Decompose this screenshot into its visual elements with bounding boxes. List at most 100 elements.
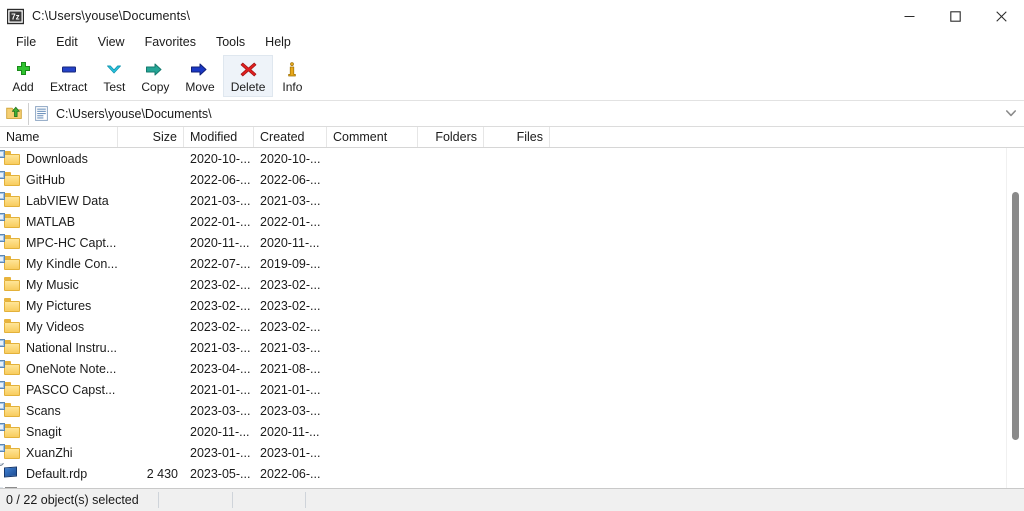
cell-name: My Music (0, 274, 118, 295)
toolbar-button-info[interactable]: Info (273, 55, 311, 97)
toolbar-label-delete: Delete (230, 80, 266, 94)
cell-folders (418, 169, 484, 190)
cell-created: 2020-11-... (260, 424, 320, 439)
up-folder-button[interactable] (3, 103, 25, 125)
cell-name: My Pictures (0, 295, 118, 316)
table-row[interactable]: MPC-HC Capt... 2020-11-... 2020-11-... (0, 232, 1024, 253)
cell-files (484, 379, 550, 400)
cell-folders (418, 358, 484, 379)
scrollbar-thumb[interactable] (1012, 192, 1019, 440)
toolbar-button-add[interactable]: Add (4, 55, 42, 97)
cell-filler (550, 379, 1024, 400)
table-row[interactable]: Snagit 2020-11-... 2020-11-... (0, 421, 1024, 442)
cell-name: OneNote Note... (0, 358, 118, 379)
cell-modified: 2023-04-... (190, 361, 251, 376)
cell-size (118, 169, 184, 190)
toolbar-button-test[interactable]: Test (95, 55, 133, 97)
table-row[interactable]: LabVIEW Data 2021-03-... 2021-03-... (0, 190, 1024, 211)
address-field[interactable]: C:\Users\youse\Documents\ (28, 102, 998, 125)
title-bar: 7z C:\Users\youse\Documents\ (0, 0, 1024, 32)
table-row[interactable]: National Instru... 2021-03-... 2021-03-... (0, 337, 1024, 358)
cell-modified: 2023-01-... (190, 445, 251, 460)
table-row[interactable]: My Kindle Con... 2022-07-... 2019-09-... (0, 253, 1024, 274)
cell-modified: 2023-02-... (190, 277, 251, 292)
cell-filler (550, 169, 1024, 190)
seven-zip-window: 7z C:\Users\youse\Documents\ File Edit V… (0, 0, 1024, 511)
table-row[interactable]: My Pictures 2023-02-... 2023-02-... (0, 295, 1024, 316)
file-name-label: My Videos (26, 319, 85, 334)
cell-files (484, 190, 550, 211)
table-row[interactable]: Downloads 2020-10-... 2020-10-... (0, 148, 1024, 169)
cell-folders (418, 442, 484, 463)
toolbar-label-move: Move (185, 80, 215, 94)
cell-created: 2021-01-... (260, 382, 321, 397)
cell-size (118, 400, 184, 421)
cell-size (118, 274, 184, 295)
maximize-button[interactable] (932, 0, 978, 32)
address-dropdown-button[interactable] (998, 103, 1024, 125)
cell-size: 2 430 (146, 466, 178, 481)
cell-created: 2023-03-... (260, 403, 321, 418)
toolbar: Add Extract Test Copy Move Delete Info (0, 54, 1024, 101)
menu-item-view[interactable]: View (88, 33, 135, 53)
menu-item-edit[interactable]: Edit (46, 33, 88, 53)
cell-folders (418, 253, 484, 274)
column-header-files[interactable]: Files (484, 127, 550, 147)
file-list[interactable]: Downloads 2020-10-... 2020-10-... GitHub 202… (0, 148, 1024, 488)
table-row[interactable]: Scans 2023-03-... 2023-03-... (0, 400, 1024, 421)
column-header-size[interactable]: Size (118, 127, 184, 147)
cell-folders (418, 295, 484, 316)
cell-filler (550, 400, 1024, 421)
status-bar: 0 / 22 object(s) selected (0, 488, 1024, 511)
menu-bar: File Edit View Favorites Tools Help (0, 32, 1024, 54)
cell-name (0, 484, 118, 488)
cell-name: GitHub (0, 169, 118, 190)
cell-created: 2020-11-... (260, 235, 320, 250)
table-row[interactable]: GitHub 2022-06-... 2022-06-... (0, 169, 1024, 190)
table-row[interactable]: Default.rdp 2 430 2023-05-... 2022-06-... (0, 463, 1024, 484)
cell-name: Snagit (0, 421, 118, 442)
toolbar-button-delete[interactable]: Delete (222, 55, 274, 97)
cell-comment (327, 442, 418, 463)
cell-filler (550, 211, 1024, 232)
menu-item-file[interactable]: File (6, 33, 46, 53)
table-row[interactable]: OneNote Note... 2023-04-... 2021-08-... (0, 358, 1024, 379)
close-button[interactable] (978, 0, 1024, 32)
column-header-modified[interactable]: Modified (184, 127, 254, 147)
minimize-button[interactable] (886, 0, 932, 32)
table-row[interactable]: My Music 2023-02-... 2023-02-... (0, 274, 1024, 295)
cell-folders (418, 190, 484, 211)
menu-item-tools[interactable]: Tools (206, 33, 255, 53)
file-name-label: MPC-HC Capt... (26, 235, 117, 250)
table-row[interactable]: XuanZhi 2023-01-... 2023-01-... (0, 442, 1024, 463)
table-row[interactable]: MATLAB 2022-01-... 2022-01-... (0, 211, 1024, 232)
file-name-label: Scans (26, 403, 61, 418)
toolbar-button-extract[interactable]: Extract (42, 55, 95, 97)
column-header-created[interactable]: Created (254, 127, 327, 147)
table-row[interactable]: PASCO Capst... 2021-01-... 2021-01-... (0, 379, 1024, 400)
vertical-scrollbar[interactable] (1006, 148, 1024, 488)
table-row[interactable]: My Videos 2023-02-... 2023-02-... (0, 316, 1024, 337)
cell-size (118, 358, 184, 379)
cell-created: 2021-03-... (260, 340, 321, 355)
table-row[interactable] (0, 484, 1024, 488)
cell-comment (327, 274, 418, 295)
cell-modified: 2021-01-... (190, 382, 251, 397)
cell-modified: 2022-01-... (190, 214, 251, 229)
cell-created: 2019-09-... (260, 256, 321, 271)
toolbar-button-copy[interactable]: Copy (133, 55, 177, 97)
column-header-folders[interactable]: Folders (418, 127, 484, 147)
column-header-name[interactable]: Name (0, 127, 118, 147)
menu-item-help[interactable]: Help (255, 33, 301, 53)
cell-created: 2022-06-... (260, 172, 321, 187)
minus-bar-icon (58, 59, 80, 79)
file-name-label: XuanZhi (26, 445, 73, 460)
cell-folders (418, 484, 484, 488)
folder-shortcut-icon (0, 213, 21, 229)
toolbar-button-move[interactable]: Move (177, 55, 222, 97)
column-header-comment[interactable]: Comment (327, 127, 418, 147)
cell-name: LabVIEW Data (0, 190, 118, 211)
close-x-icon (237, 59, 259, 79)
cell-filler (550, 337, 1024, 358)
menu-item-favorites[interactable]: Favorites (135, 33, 206, 53)
